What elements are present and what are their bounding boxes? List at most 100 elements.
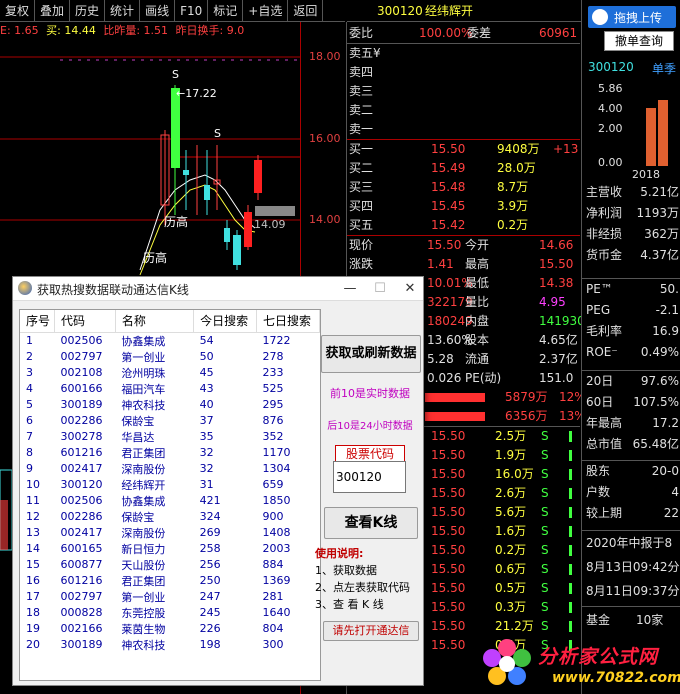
news-item[interactable]: 8月13日09:42分 <box>582 555 680 579</box>
table-row[interactable]: 17 002797 第一创业 247 281 <box>20 589 320 605</box>
table-row[interactable]: 20 300189 神农科技 198 300 <box>20 637 320 653</box>
column-header-seq[interactable]: 序号 <box>20 310 56 333</box>
info-label: 毛利率 <box>586 324 623 338</box>
sell-level-row[interactable]: 卖二 <box>347 101 580 120</box>
news-item[interactable]: 2020年中报于8 <box>582 531 680 555</box>
table-cell: 002506 <box>60 334 103 347</box>
tick-volume: 2.5万 <box>495 429 527 443</box>
table-row[interactable]: 5 300189 神农科技 40 295 <box>20 397 320 413</box>
column-header-today[interactable]: 今日搜索 <box>193 310 258 333</box>
tick-volume: 2.6万 <box>495 486 527 500</box>
candle <box>254 160 262 193</box>
table-row[interactable]: 19 002166 莱茵生物 226 804 <box>20 621 320 637</box>
table-cell: 324 <box>199 510 221 523</box>
table-row[interactable]: 11 002506 协鑫集成 421 1850 <box>20 493 320 509</box>
info-row: PEG -2.1 <box>582 300 680 321</box>
table-row[interactable]: 1 002506 协鑫集成 54 1722 <box>20 332 320 349</box>
financial-rows: 主营收 5.21亿 净利润 1193万 非经损 362万 货币金 4.37亿 <box>582 182 680 266</box>
table-cell: 华昌达 <box>121 430 155 444</box>
table-cell: 深南股份 <box>121 526 166 540</box>
toolbar-f10-button[interactable]: F10 <box>175 0 209 22</box>
table-row[interactable]: 8 601216 君正集团 32 1170 <box>20 445 320 461</box>
table-row[interactable]: 13 002417 深南股份 269 1408 <box>20 525 320 541</box>
ratio-rows: PE™ 50. PEG -2.1 毛利率 16.9 ROE⁻ 0.49% <box>582 278 680 363</box>
table-row[interactable]: 14 600165 新日恒力 258 2003 <box>20 541 320 557</box>
flow-value: 6356万 <box>505 409 548 423</box>
tick-price: 15.50 <box>431 581 466 595</box>
dialog-titlebar[interactable]: 获取热搜数据联动通达信K线 — ☐ ✕ <box>13 277 423 301</box>
column-header-week[interactable]: 七日搜索 <box>256 310 320 333</box>
drag-upload-button[interactable]: 拖拽上传 <box>588 6 676 28</box>
earnings-bar <box>658 100 668 166</box>
table-row[interactable]: 18 000828 东莞控股 245 1640 <box>20 605 320 621</box>
table-cell: 18 <box>26 606 40 619</box>
table-cell: 295 <box>262 398 284 411</box>
buy-level-row[interactable]: 买一 15.50 9408万 +13 <box>347 140 580 159</box>
rp-season-label: 单季 <box>652 62 677 76</box>
tick-marker <box>569 621 572 632</box>
toolbar-overlay-button[interactable]: 叠加 <box>35 0 71 22</box>
usage-item: 2、点左表获取代码 <box>315 581 410 594</box>
stock-code-input[interactable] <box>333 461 406 493</box>
weibi-value: 100.00% <box>419 26 473 40</box>
buy-level-row[interactable]: 买四 15.45 3.9万 <box>347 197 580 216</box>
table-cell: 1408 <box>262 526 291 539</box>
open-tdx-button[interactable]: 请先打开通达信 <box>323 621 419 641</box>
sell-level-row[interactable]: 卖五¥ <box>347 44 580 63</box>
info-value: 50. <box>659 282 679 296</box>
table-row[interactable]: 3 002108 沧州明珠 45 233 <box>20 365 320 381</box>
toolbar-stats-button[interactable]: 统计 <box>105 0 141 22</box>
info-label: 净利润 <box>586 206 623 220</box>
table-cell: 1640 <box>262 606 291 619</box>
news-item[interactable]: 8月11日09:37分 <box>582 579 680 603</box>
tick-price: 15.50 <box>431 600 466 614</box>
sell-level-row[interactable]: 卖四 <box>347 63 580 82</box>
fetch-refresh-button[interactable]: 获取或刷新数据 <box>321 335 421 373</box>
buy-level-row[interactable]: 买二 15.49 28.0万 <box>347 159 580 178</box>
news-rows[interactable]: 2020年中报于8 8月13日09:42分 8月11日09:37分 <box>582 530 680 603</box>
table-cell: 269 <box>199 526 221 539</box>
stat-label: 涨跌 <box>349 257 374 271</box>
column-header-name[interactable]: 名称 <box>115 310 195 333</box>
column-header-code[interactable]: 代码 <box>54 310 116 333</box>
toolbar-fuquan-button[interactable]: 复权 <box>0 0 36 22</box>
table-row[interactable]: 16 601216 君正集团 250 1369 <box>20 573 320 589</box>
info-value: 0.49% <box>640 345 679 359</box>
table-row[interactable]: 4 600166 福田汽车 43 525 <box>20 381 320 397</box>
toolbar-back-button[interactable]: 返回 <box>288 0 324 22</box>
buy-level-row[interactable]: 买五 15.42 0.2万 <box>347 216 580 235</box>
table-cell: 804 <box>262 622 284 635</box>
sell-level-label: 卖三 <box>349 84 374 98</box>
table-cell: 002108 <box>60 366 103 379</box>
table-row[interactable]: 9 002417 深南股份 32 1304 <box>20 461 320 477</box>
sell-level-row[interactable]: 卖一 <box>347 120 580 139</box>
hot-search-table[interactable]: 序号 代码 名称 今日搜索 七日搜索 1 002506 协鑫集成 54 1722 2 002… <box>19 309 321 681</box>
info-value: 1193万 <box>636 206 679 220</box>
tick-side: S <box>541 562 549 576</box>
tick-volume: 1.9万 <box>495 448 527 462</box>
table-row[interactable]: 10 300120 经纬辉开 31 659 <box>20 477 320 493</box>
buy-level-row[interactable]: 买三 15.48 8.7万 <box>347 178 580 197</box>
stat-label: 内盘 <box>465 314 490 328</box>
table-row[interactable]: 12 002286 保龄宝 324 900 <box>20 509 320 525</box>
minimize-button[interactable]: — <box>335 277 365 301</box>
info-value: 4 <box>671 485 679 499</box>
table-row[interactable]: 6 002286 保龄宝 37 876 <box>20 413 320 429</box>
maximize-button[interactable]: ☐ <box>365 277 395 301</box>
tick-marker <box>569 469 572 480</box>
orderbook-header: 300120 经纬辉开 <box>347 0 581 22</box>
cancel-query-button[interactable]: 撤单查询 <box>604 31 674 51</box>
info-value: 5.21亿 <box>640 185 679 199</box>
toolbar-add-favorite-button[interactable]: +自选 <box>243 0 289 22</box>
sell-level-row[interactable]: 卖三 <box>347 82 580 101</box>
toolbar-draw-button[interactable]: 画线 <box>140 0 176 22</box>
toolbar-mark-button[interactable]: 标记 <box>208 0 244 22</box>
toolbar-history-button[interactable]: 历史 <box>70 0 106 22</box>
view-kline-button[interactable]: 查看K线 <box>324 507 418 539</box>
table-cell: 256 <box>199 558 221 571</box>
buy-level-volume: 3.9万 <box>497 199 529 213</box>
table-row[interactable]: 2 002797 第一创业 50 278 <box>20 349 320 365</box>
table-row[interactable]: 15 600877 天山股份 256 884 <box>20 557 320 573</box>
table-row[interactable]: 7 300278 华昌达 35 352 <box>20 429 320 445</box>
close-button[interactable]: ✕ <box>395 277 425 301</box>
